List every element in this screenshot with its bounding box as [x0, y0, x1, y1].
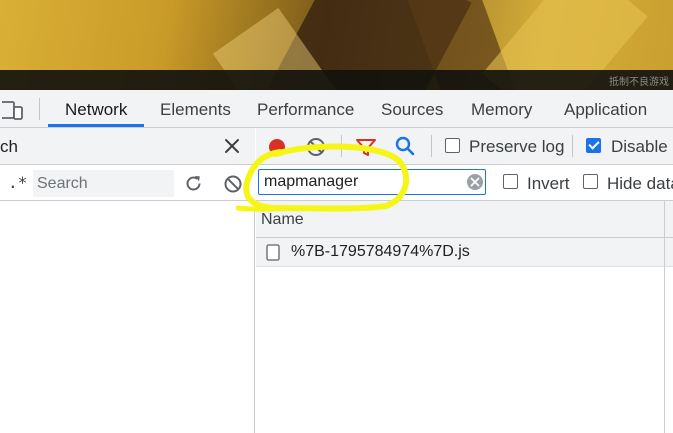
clear-search-icon[interactable]	[223, 174, 243, 194]
tab-separator	[39, 98, 40, 120]
refresh-icon[interactable]	[183, 173, 204, 194]
record-icon[interactable]	[267, 137, 287, 157]
toolbar-separator	[341, 135, 342, 157]
hide-data-urls-label[interactable]: Hide data	[607, 174, 673, 194]
page-background-banner: 抵制不良游戏	[0, 0, 673, 90]
column-header-name[interactable]: Name	[261, 211, 304, 229]
toolbar-separator	[572, 135, 573, 157]
search-input[interactable]	[33, 170, 174, 197]
tab-network[interactable]: Network	[65, 100, 127, 120]
clear-log-icon[interactable]	[305, 136, 327, 158]
search-panel-header	[0, 128, 255, 165]
document-icon	[266, 244, 280, 261]
active-tab-indicator	[48, 124, 144, 127]
preserve-log-checkbox[interactable]	[445, 138, 460, 153]
regex-toggle-icon[interactable]: .*	[8, 173, 27, 192]
toolbar-separator	[431, 135, 432, 157]
search-panel-title: ch	[0, 137, 18, 156]
device-toolbar-icon[interactable]	[0, 99, 24, 121]
request-name[interactable]: %7B-1795784974%7D.js	[291, 243, 470, 261]
filter-input[interactable]	[264, 171, 462, 193]
banner-caption-bar	[0, 70, 673, 90]
close-icon[interactable]	[222, 136, 242, 156]
tab-sources[interactable]: Sources	[381, 100, 443, 120]
tab-memory[interactable]: Memory	[471, 100, 532, 120]
disable-cache-checkbox[interactable]	[586, 138, 601, 153]
filter-icon[interactable]	[355, 136, 377, 158]
column-divider	[664, 201, 665, 433]
tab-performance[interactable]: Performance	[257, 100, 354, 120]
disable-cache-label[interactable]: Disable c	[611, 137, 673, 157]
tab-elements[interactable]: Elements	[160, 100, 231, 120]
requests-table-header	[256, 201, 673, 238]
invert-label[interactable]: Invert	[527, 174, 570, 194]
banner-watermark: 抵制不良游戏	[609, 77, 669, 88]
preserve-log-label[interactable]: Preserve log	[469, 137, 564, 157]
tab-application[interactable]: Application	[564, 100, 647, 120]
invert-checkbox[interactable]	[503, 174, 518, 189]
hide-data-urls-checkbox[interactable]	[583, 174, 598, 189]
clear-filter-icon[interactable]	[466, 173, 484, 191]
search-icon[interactable]	[394, 135, 416, 157]
